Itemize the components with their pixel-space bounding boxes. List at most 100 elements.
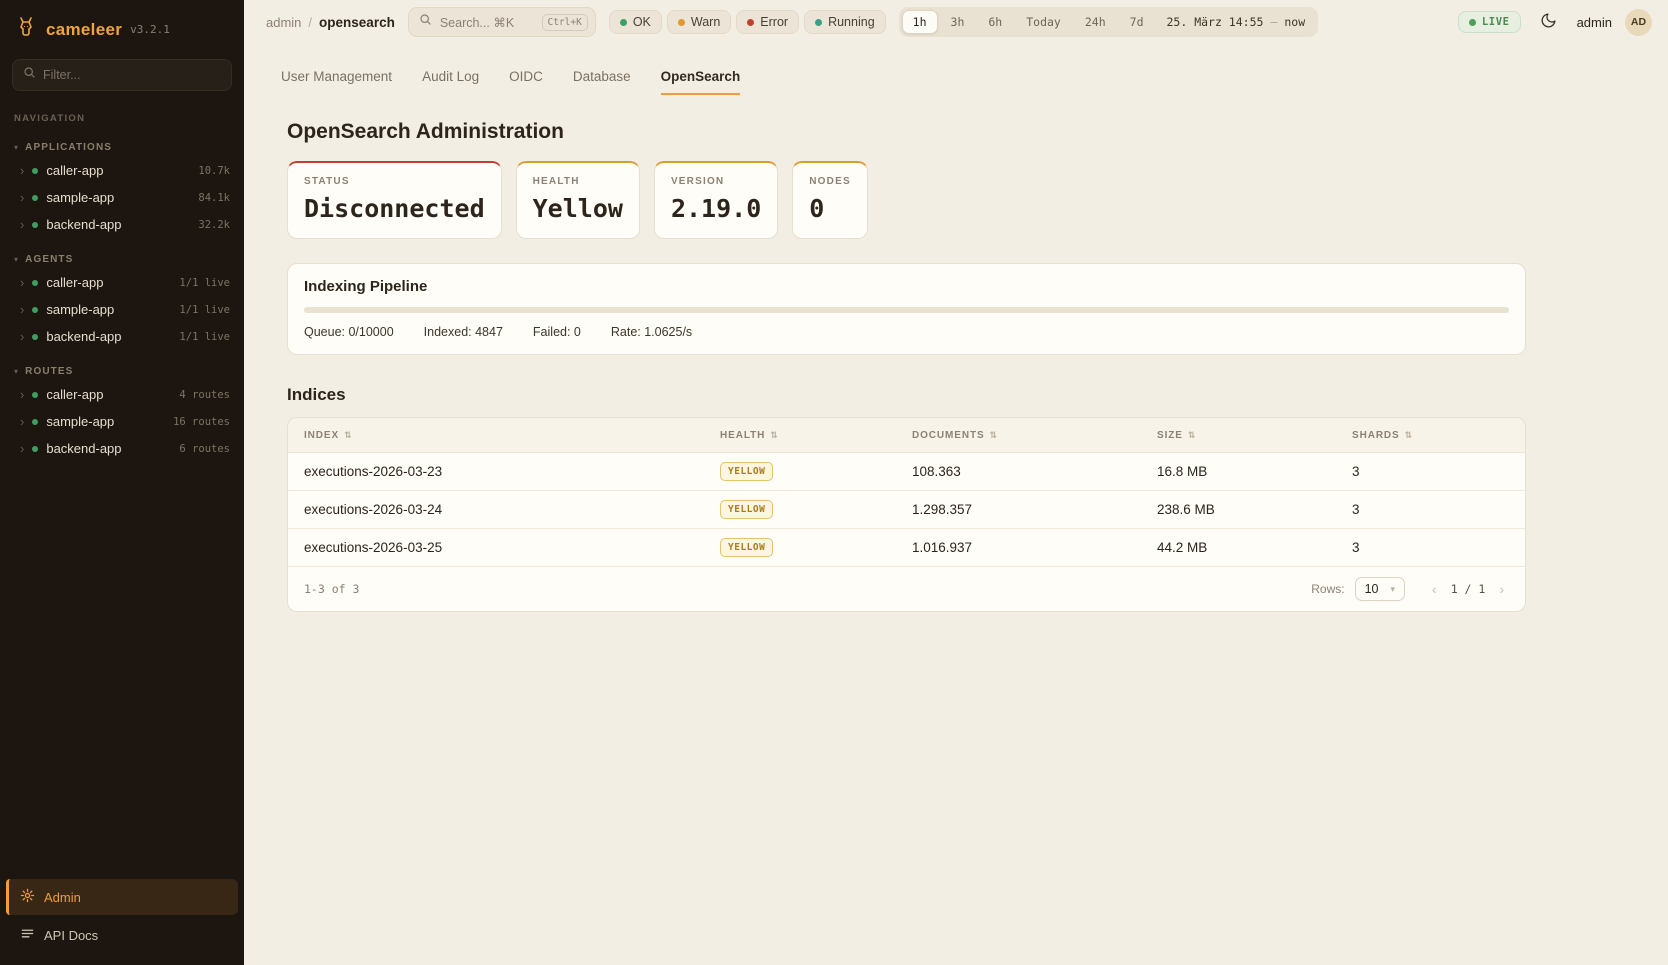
item-badge: 1/1 live <box>179 331 230 343</box>
next-page-button[interactable]: › <box>1494 579 1509 599</box>
sidebar-item-caller-app[interactable]: › caller-app 1/1 live <box>0 269 244 296</box>
top-bar: admin / opensearch Search... ⌘K Ctrl+K O… <box>244 0 1668 44</box>
sort-icon: ⇅ <box>1188 430 1196 441</box>
time-range-6h[interactable]: 6h <box>977 10 1013 34</box>
item-label: caller-app <box>46 163 103 178</box>
item-label: sample-app <box>46 414 114 429</box>
sidebar-item-sample-app[interactable]: › sample-app 84.1k <box>0 184 244 211</box>
time-range-7d[interactable]: 7d <box>1119 10 1155 34</box>
sidebar-filter[interactable] <box>12 59 232 91</box>
stat-label: STATUS <box>304 176 485 187</box>
section-header-applications[interactable]: ▾ APPLICATIONS <box>0 138 244 157</box>
time-range-today[interactable]: Today <box>1015 10 1072 34</box>
stat-card-version: VERSION 2.19.0 <box>654 161 778 239</box>
table-row[interactable]: executions-2026-03-24 YELLOW 1.298.357 2… <box>288 491 1525 529</box>
time-range-3h[interactable]: 3h <box>940 10 976 34</box>
main-area: admin / opensearch Search... ⌘K Ctrl+K O… <box>244 0 1668 965</box>
time-range-1h[interactable]: 1h <box>902 10 938 34</box>
sidebar-item-caller-app[interactable]: › caller-app 4 routes <box>0 381 244 408</box>
sidebar-item-api-docs[interactable]: API Docs <box>6 917 238 953</box>
stat-cards: STATUS Disconnected HEALTH Yellow VERSIO… <box>287 161 1668 239</box>
time-range-24h[interactable]: 24h <box>1074 10 1117 34</box>
chevron-right-icon: › <box>20 276 24 289</box>
pipeline-stats: Queue: 0/10000 Indexed: 4847 Failed: 0 R… <box>304 325 1509 339</box>
sidebar-item-admin[interactable]: Admin <box>6 879 238 915</box>
tab-opensearch[interactable]: OpenSearch <box>661 69 741 95</box>
tab-user-management[interactable]: User Management <box>281 69 392 95</box>
health-badge: YELLOW <box>720 462 773 481</box>
pipeline-indexed: Indexed: 4847 <box>424 325 503 339</box>
cell-documents: 1.016.937 <box>912 540 1157 555</box>
cell-shards: 3 <box>1352 464 1509 479</box>
caret-down-icon: ▾ <box>14 367 19 376</box>
global-search[interactable]: Search... ⌘K Ctrl+K <box>408 7 596 37</box>
item-badge: 32.2k <box>198 219 230 231</box>
sort-icon: ⇅ <box>990 430 998 441</box>
breadcrumb-current: opensearch <box>319 15 395 30</box>
item-badge: 10.7k <box>198 165 230 177</box>
filter-ok[interactable]: OK <box>609 10 662 34</box>
running-status-dot <box>815 19 822 26</box>
time-range-selector: 1h 3h 6h Today 24h 7d 25. März 14:55 — n… <box>899 7 1319 37</box>
filter-error[interactable]: Error <box>736 10 799 34</box>
pipeline-progress-bar <box>304 307 1509 313</box>
sidebar-item-sample-app[interactable]: › sample-app 16 routes <box>0 408 244 435</box>
avatar[interactable]: AD <box>1625 9 1652 36</box>
sort-icon: ⇅ <box>344 430 352 441</box>
filter-running[interactable]: Running <box>804 10 886 34</box>
error-status-dot <box>747 19 754 26</box>
health-badge: YELLOW <box>720 538 773 557</box>
tab-oidc[interactable]: OIDC <box>509 69 543 95</box>
column-header-documents[interactable]: DOCUMENTS ⇅ <box>912 430 1157 441</box>
item-badge: 84.1k <box>198 192 230 204</box>
section-header-routes[interactable]: ▾ ROUTES <box>0 362 244 381</box>
stat-value: 0 <box>809 194 851 223</box>
stat-label: VERSION <box>671 176 761 187</box>
sidebar-item-backend-app[interactable]: › backend-app 1/1 live <box>0 323 244 350</box>
table-row[interactable]: executions-2026-03-23 YELLOW 108.363 16.… <box>288 453 1525 491</box>
tab-audit-log[interactable]: Audit Log <box>422 69 479 95</box>
pipeline-title: Indexing Pipeline <box>304 278 1509 295</box>
table-row[interactable]: executions-2026-03-25 YELLOW 1.016.937 4… <box>288 529 1525 567</box>
cell-index: executions-2026-03-24 <box>304 502 720 517</box>
tab-database[interactable]: Database <box>573 69 631 95</box>
time-range-display: 25. März 14:55 — now <box>1157 15 1316 29</box>
sidebar-item-caller-app[interactable]: › caller-app 10.7k <box>0 157 244 184</box>
live-toggle[interactable]: LIVE <box>1458 11 1521 33</box>
moon-icon <box>1540 12 1557 32</box>
column-header-index[interactable]: INDEX ⇅ <box>304 430 720 441</box>
page-content: User Management Audit Log OIDC Database … <box>244 44 1668 612</box>
column-header-health[interactable]: HEALTH ⇅ <box>720 430 912 441</box>
breadcrumb-parent[interactable]: admin <box>266 15 301 30</box>
cell-health: YELLOW <box>720 500 912 519</box>
column-header-shards[interactable]: SHARDS ⇅ <box>1352 430 1509 441</box>
theme-toggle[interactable] <box>1534 7 1564 37</box>
section-label: AGENTS <box>25 254 73 265</box>
section-label: APPLICATIONS <box>25 142 112 153</box>
item-badge: 1/1 live <box>179 304 230 316</box>
rows-per-page-select[interactable]: 10 ▾ <box>1355 577 1405 601</box>
sidebar-filter-input[interactable] <box>43 68 221 82</box>
logo[interactable]: cameleer v3.2.1 <box>0 0 244 57</box>
filter-warn[interactable]: Warn <box>667 10 731 34</box>
section-header-agents[interactable]: ▾ AGENTS <box>0 250 244 269</box>
search-placeholder: Search... ⌘K <box>440 15 534 30</box>
stat-label: NODES <box>809 176 851 187</box>
pipeline-rate: Rate: 1.0625/s <box>611 325 692 339</box>
status-dot <box>32 334 38 340</box>
filter-label: Warn <box>691 15 720 29</box>
chevron-right-icon: › <box>20 164 24 177</box>
range-end: now <box>1284 15 1305 29</box>
item-label: backend-app <box>46 441 121 456</box>
api-docs-label: API Docs <box>44 928 98 943</box>
stat-card-nodes: NODES 0 <box>792 161 868 239</box>
navigation-label: NAVIGATION <box>0 105 244 126</box>
sidebar-item-backend-app[interactable]: › backend-app 32.2k <box>0 211 244 238</box>
sidebar-item-backend-app[interactable]: › backend-app 6 routes <box>0 435 244 462</box>
app-name: cameleer <box>46 20 122 40</box>
column-header-size[interactable]: SIZE ⇅ <box>1157 430 1352 441</box>
stat-card-status: STATUS Disconnected <box>287 161 502 239</box>
prev-page-button[interactable]: ‹ <box>1427 579 1442 599</box>
sidebar-item-sample-app[interactable]: › sample-app 1/1 live <box>0 296 244 323</box>
cell-size: 238.6 MB <box>1157 502 1352 517</box>
